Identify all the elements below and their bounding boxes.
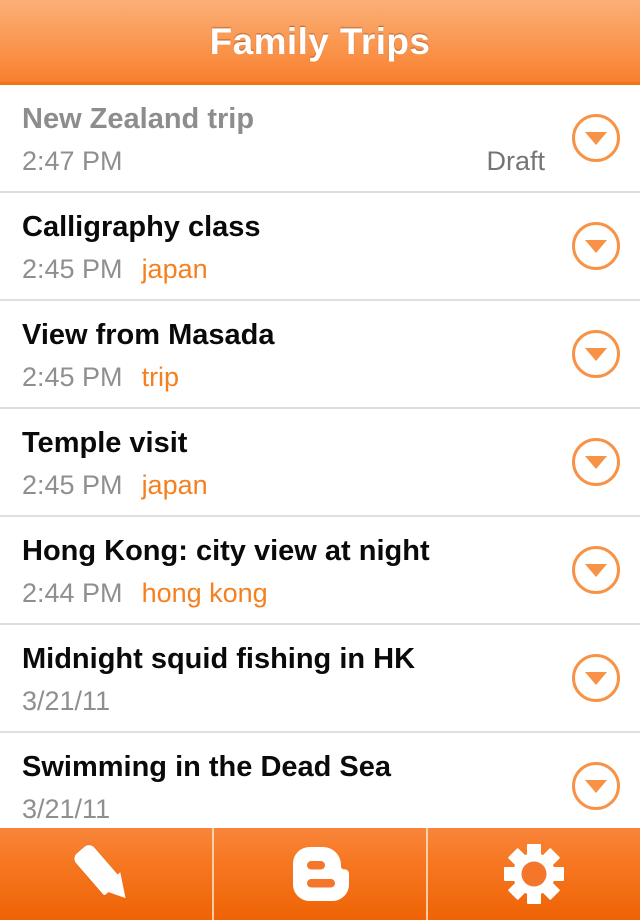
list-item-time: 2:45 PM <box>22 254 123 284</box>
list-item-title: New Zealand trip <box>22 103 255 135</box>
list-item-title: Calligraphy class <box>22 211 261 243</box>
app-header: Family Trips <box>0 0 640 85</box>
list-item-label[interactable]: trip <box>142 360 180 394</box>
list-item[interactable]: Hong Kong: city view at night 2:44 PM hong… <box>0 517 640 625</box>
list-item[interactable]: New Zealand trip 2:47 PM Draft <box>0 85 640 193</box>
chevron-down-glyph <box>585 239 607 253</box>
list-item-meta: 3/21/11 <box>22 792 640 826</box>
list-item-title: Swimming in the Dead Sea <box>22 751 392 783</box>
list-item-label[interactable]: japan <box>142 252 208 286</box>
list-item-label[interactable]: hong kong <box>142 576 268 610</box>
list-item-meta: 2:45 PM japan <box>22 252 640 286</box>
chevron-down-glyph <box>585 131 607 145</box>
list-item-title: Midnight squid fishing in HK <box>22 643 416 675</box>
list-item-title: Temple visit <box>22 427 188 459</box>
list-item-time: 3/21/11 <box>22 794 111 824</box>
list-item-meta: 3/21/11 <box>22 684 640 718</box>
list-item[interactable]: Swimming in the Dead Sea 3/21/11 <box>0 733 640 828</box>
chevron-down-circle-icon[interactable] <box>572 438 620 486</box>
chevron-down-circle-icon[interactable] <box>572 222 620 270</box>
list-item[interactable]: View from Masada 2:45 PM trip <box>0 301 640 409</box>
chevron-down-glyph <box>585 671 607 685</box>
post-list[interactable]: New Zealand trip 2:47 PM Draft Calligraphy … <box>0 85 640 828</box>
chevron-down-glyph <box>585 563 607 577</box>
page-title: Family Trips <box>209 21 431 62</box>
app-screen: Family Trips New Zealand trip 2:47 PM Draf… <box>0 0 640 920</box>
chevron-down-circle-icon[interactable] <box>572 762 620 810</box>
chevron-down-glyph <box>585 779 607 793</box>
list-item[interactable]: Temple visit 2:45 PM japan <box>0 409 640 517</box>
list-item-title: View from Masada <box>22 319 275 351</box>
blog-button[interactable] <box>212 828 426 920</box>
list-item-time: 3/21/11 <box>22 686 111 716</box>
chevron-down-glyph <box>585 347 607 361</box>
list-item-title: Hong Kong: city view at night <box>22 535 430 567</box>
status-badge: Draft <box>486 146 545 176</box>
list-item[interactable]: Midnight squid fishing in HK 3/21/11 <box>0 625 640 733</box>
chevron-down-circle-icon[interactable] <box>572 546 620 594</box>
compose-button[interactable] <box>0 828 212 920</box>
chevron-down-glyph <box>585 455 607 469</box>
list-item[interactable]: Calligraphy class 2:45 PM japan <box>0 193 640 301</box>
bottom-toolbar <box>0 828 640 920</box>
list-item-meta: 2:45 PM trip <box>22 360 640 394</box>
pencil-icon <box>71 842 138 907</box>
list-item-label[interactable]: japan <box>142 468 208 502</box>
list-item-time: 2:47 PM <box>22 146 123 176</box>
list-item-meta: 2:44 PM hong kong <box>22 576 640 610</box>
list-item-time: 2:45 PM <box>22 362 123 392</box>
settings-button[interactable] <box>426 828 640 920</box>
gear-icon <box>502 842 566 906</box>
list-item-time: 2:44 PM <box>22 578 123 608</box>
list-item-meta: 2:45 PM japan <box>22 468 640 502</box>
chevron-down-circle-icon[interactable] <box>572 114 620 162</box>
list-item-time: 2:45 PM <box>22 470 123 500</box>
blogger-logo-icon <box>289 843 351 905</box>
chevron-down-circle-icon[interactable] <box>572 654 620 702</box>
list-item-meta: 2:47 PM <box>22 144 640 178</box>
chevron-down-circle-icon[interactable] <box>572 330 620 378</box>
